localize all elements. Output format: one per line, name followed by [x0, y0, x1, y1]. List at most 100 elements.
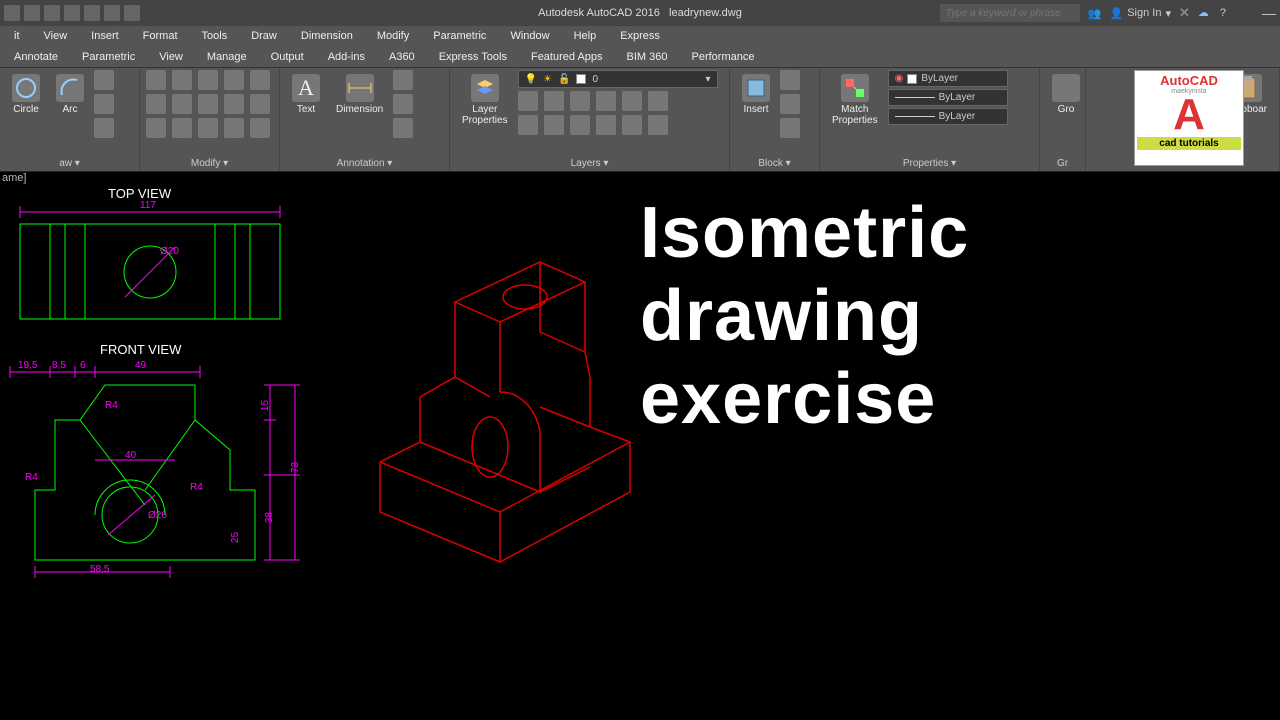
layer-freeze-icon[interactable]	[544, 91, 564, 111]
drawing-canvas[interactable]: ame] Isometric drawing exercise TOP VIEW…	[0, 172, 1280, 720]
match-properties-button[interactable]: Match Properties	[826, 70, 884, 130]
fillet-icon[interactable]	[198, 94, 218, 114]
menu-view[interactable]: View	[32, 28, 80, 44]
insert-button[interactable]: Insert	[736, 70, 776, 119]
menu-insert[interactable]: Insert	[79, 28, 131, 44]
leader-icon[interactable]	[393, 70, 413, 90]
layer-make-icon[interactable]	[622, 91, 642, 111]
stretch-icon[interactable]	[146, 118, 166, 138]
create-block-icon[interactable]	[780, 70, 800, 90]
tab-a360[interactable]: A360	[377, 48, 427, 66]
tab-featured-apps[interactable]: Featured Apps	[519, 48, 615, 66]
erase-icon[interactable]	[224, 70, 244, 90]
menu-tools[interactable]: Tools	[190, 28, 240, 44]
scale-icon[interactable]	[172, 118, 192, 138]
panel-modify-title[interactable]: Modify ▾	[146, 156, 273, 171]
search-input[interactable]	[940, 4, 1080, 22]
menu-express[interactable]: Express	[608, 28, 672, 44]
tab-addins[interactable]: Add-ins	[316, 48, 377, 66]
menu-dimension[interactable]: Dimension	[289, 28, 365, 44]
layer-cur-icon[interactable]	[570, 115, 590, 135]
panel-annotation-title[interactable]: Annotation ▾	[286, 156, 443, 171]
rotate-icon[interactable]	[172, 70, 192, 90]
tab-parametric[interactable]: Parametric	[70, 48, 147, 66]
dimension-button[interactable]: Dimension	[330, 70, 389, 119]
layer-properties-button[interactable]: Layer Properties	[456, 70, 514, 130]
tab-output[interactable]: Output	[259, 48, 316, 66]
qat-redo-icon[interactable]	[104, 5, 120, 21]
layer-off-icon[interactable]	[518, 91, 538, 111]
top-view-label: TOP VIEW	[108, 186, 171, 201]
tab-manage[interactable]: Manage	[195, 48, 259, 66]
signin-button[interactable]: 👤 Sign In ▾	[1109, 7, 1170, 20]
layer-prev-icon[interactable]	[648, 91, 668, 111]
attr-block-icon[interactable]	[780, 118, 800, 138]
qat-open-icon[interactable]	[24, 5, 40, 21]
edit-block-icon[interactable]	[780, 94, 800, 114]
qat-print-icon[interactable]	[64, 5, 80, 21]
layer-lock-icon[interactable]	[570, 91, 590, 111]
rectangle-icon[interactable]	[94, 94, 114, 114]
cloud-icon[interactable]: ☁	[1198, 6, 1212, 20]
minimize-icon[interactable]: —	[1262, 5, 1276, 21]
lengthen-icon[interactable]	[198, 118, 218, 138]
polyline-icon[interactable]	[94, 70, 114, 90]
panel-draw: Circle Arc aw ▾	[0, 68, 140, 171]
break-icon[interactable]	[224, 118, 244, 138]
arc-button[interactable]: Arc	[50, 70, 90, 119]
layer-match-icon[interactable]	[518, 115, 538, 135]
text-button[interactable]: A Text	[286, 70, 326, 119]
group-button[interactable]: Gro	[1046, 70, 1086, 119]
menu-help[interactable]: Help	[562, 28, 609, 44]
panel-block-title[interactable]: Block ▾	[736, 156, 813, 171]
explode-icon[interactable]	[250, 70, 270, 90]
menu-edit[interactable]: it	[2, 28, 32, 44]
mtext-icon[interactable]	[393, 118, 413, 138]
panel-draw-title[interactable]: aw ▾	[6, 156, 133, 171]
tab-performance[interactable]: Performance	[680, 48, 767, 66]
lineweight-dropdown[interactable]: ByLayer	[888, 89, 1008, 106]
tab-bim360[interactable]: BIM 360	[615, 48, 680, 66]
circle-button[interactable]: Circle	[6, 70, 46, 119]
layer-iso-icon[interactable]	[596, 91, 616, 111]
menu-window[interactable]: Window	[498, 28, 561, 44]
menu-format[interactable]: Format	[131, 28, 190, 44]
menu-draw[interactable]: Draw	[239, 28, 289, 44]
infocenter-icon[interactable]: 👥	[1088, 7, 1102, 20]
mirror-icon[interactable]	[172, 94, 192, 114]
exchange-icon[interactable]: ✕	[1179, 5, 1190, 21]
qat-new-icon[interactable]	[4, 5, 20, 21]
trim-icon[interactable]	[198, 70, 218, 90]
layer-walk-icon[interactable]	[544, 115, 564, 135]
panel-properties-title[interactable]: Properties ▾	[826, 156, 1033, 171]
qat-undo-icon[interactable]	[84, 5, 100, 21]
layer-dropdown[interactable]: 💡 ☀ 🔓 0 ▾	[518, 70, 718, 88]
isometric-drawing	[340, 232, 660, 572]
color-dropdown[interactable]: ◉ ByLayer	[888, 70, 1008, 87]
tab-express-tools[interactable]: Express Tools	[427, 48, 519, 66]
panel-layers-title[interactable]: Layers ▾	[456, 156, 723, 171]
move-icon[interactable]	[146, 70, 166, 90]
panel-groups-title[interactable]: Gr	[1046, 156, 1079, 171]
front-view-drawing	[0, 360, 320, 590]
help-icon[interactable]: ?	[1220, 7, 1226, 19]
join-icon[interactable]	[250, 118, 270, 138]
table-icon[interactable]	[393, 94, 413, 114]
array-icon[interactable]	[224, 94, 244, 114]
layer-merge-icon[interactable]	[622, 115, 642, 135]
copy-icon[interactable]	[146, 94, 166, 114]
dim-25: 25	[230, 532, 241, 543]
tab-view[interactable]: View	[147, 48, 195, 66]
tab-annotate[interactable]: Annotate	[2, 48, 70, 66]
qat-more-icon[interactable]	[124, 5, 140, 21]
menu-parametric[interactable]: Parametric	[421, 28, 498, 44]
ellipse-icon[interactable]	[94, 118, 114, 138]
linetype-dropdown[interactable]: ByLayer	[888, 108, 1008, 125]
offset-icon[interactable]	[250, 94, 270, 114]
menu-modify[interactable]: Modify	[365, 28, 421, 44]
panel-clipboard-title[interactable]	[1092, 167, 1273, 171]
tutorial-logo: AutoCAD maekynista A cad tutorials	[1134, 70, 1244, 166]
layer-copy-icon[interactable]	[596, 115, 616, 135]
layer-del-icon[interactable]	[648, 115, 668, 135]
qat-save-icon[interactable]	[44, 5, 60, 21]
